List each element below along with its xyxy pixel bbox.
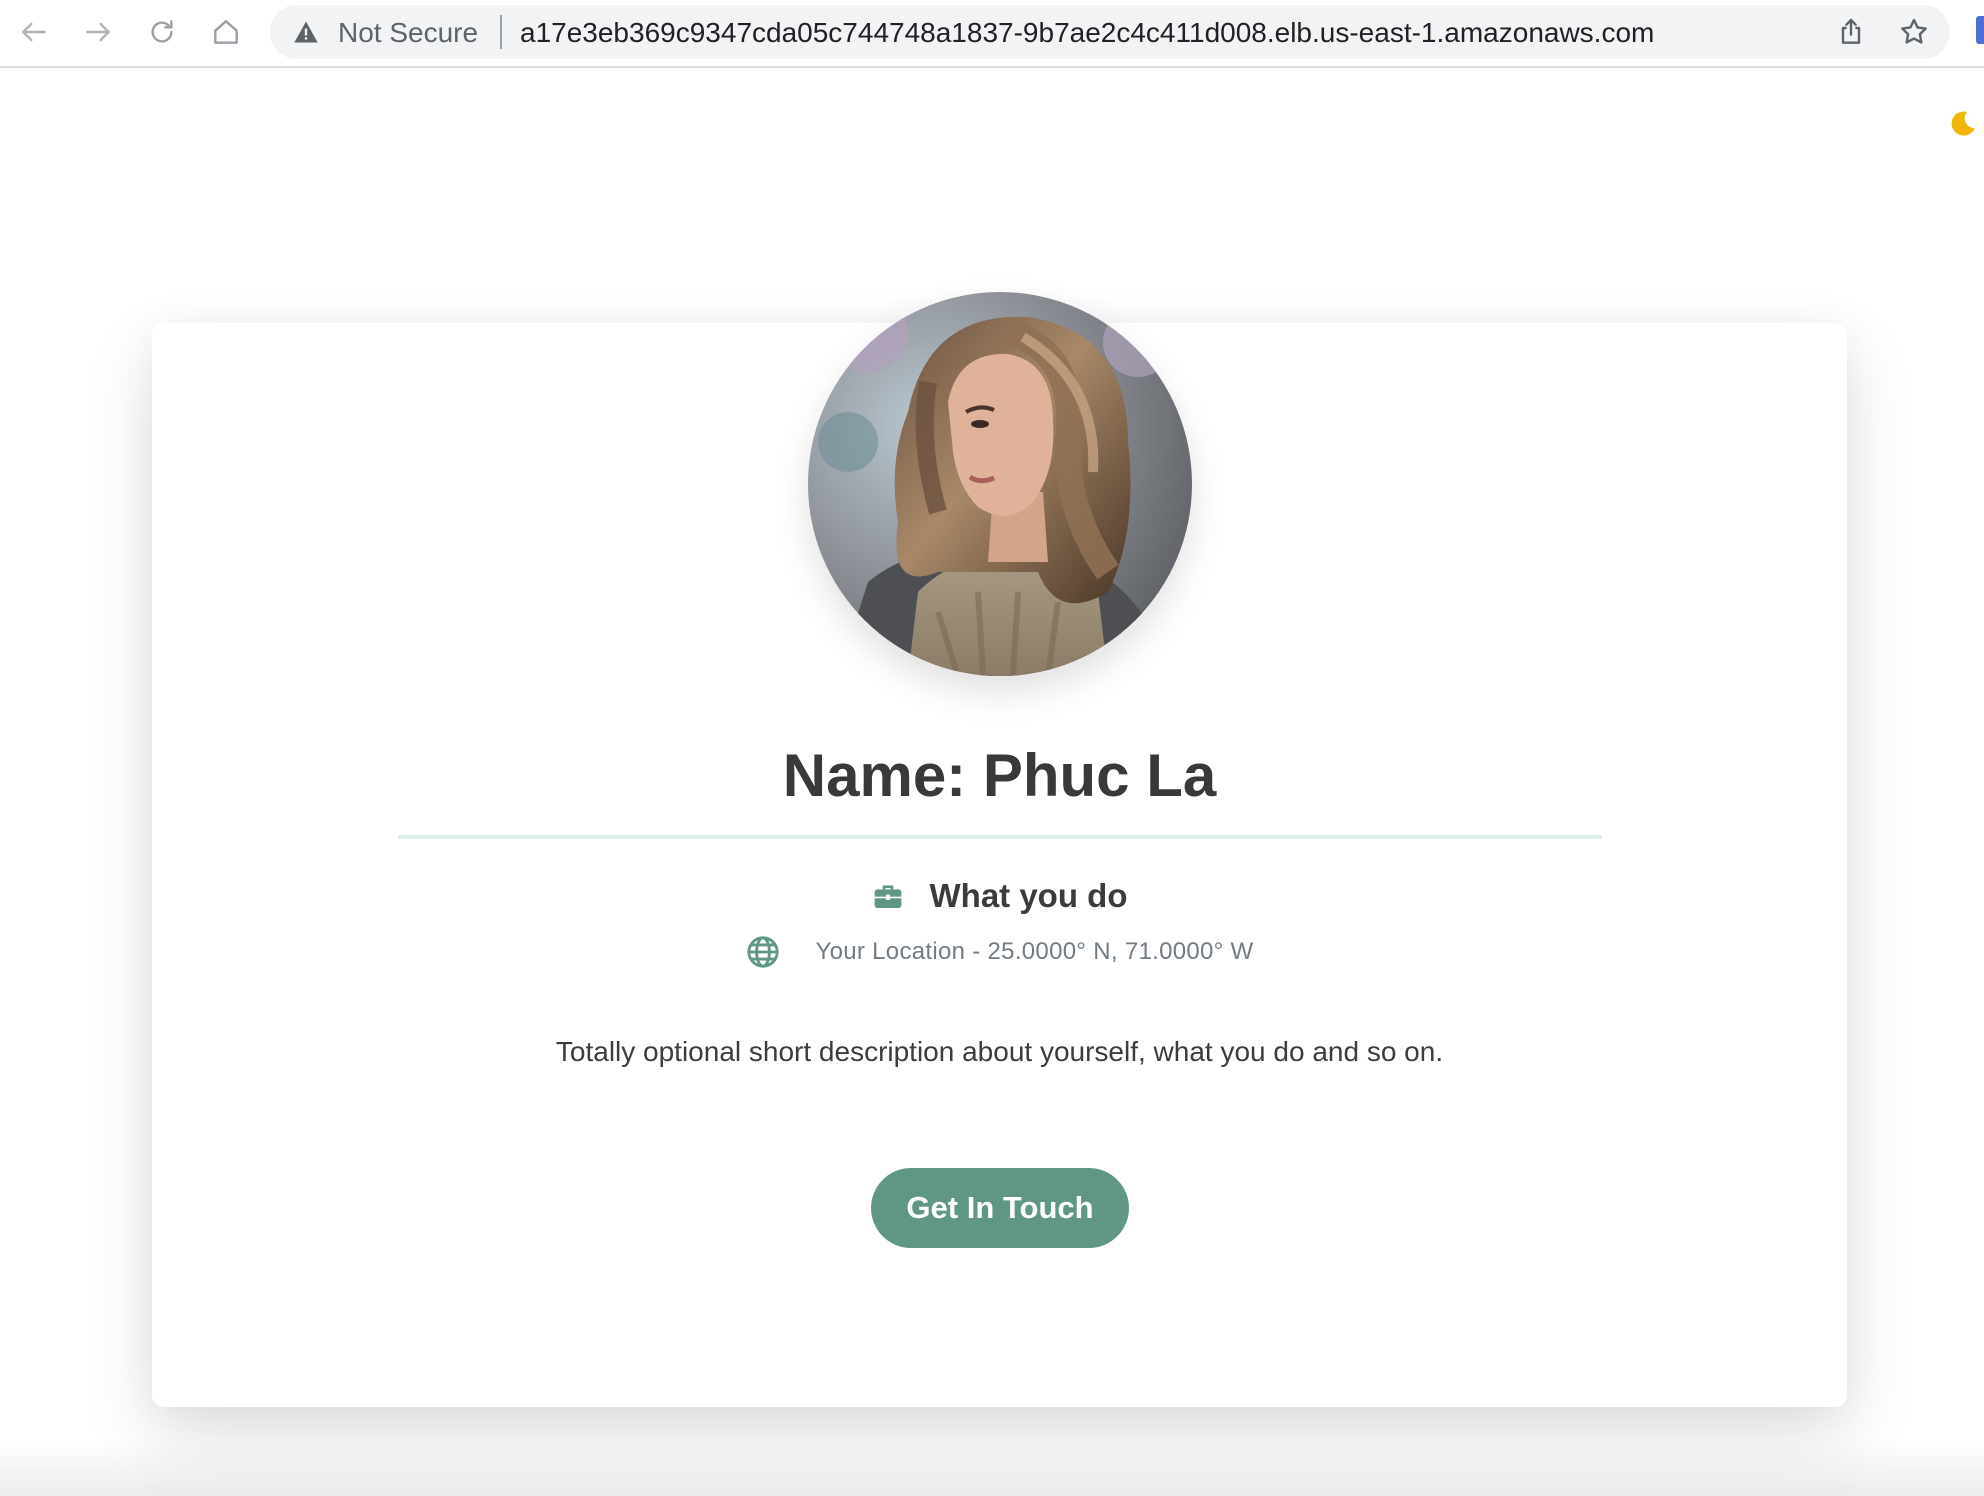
reload-button[interactable] [138, 8, 186, 56]
moon-icon [1951, 111, 1975, 136]
home-icon [214, 20, 238, 44]
briefcase-icon [874, 885, 901, 908]
name-divider [398, 835, 1602, 839]
avatar-photo [808, 292, 1192, 676]
page-bottom-shade [0, 1440, 1984, 1496]
forward-arrow-icon [86, 22, 110, 42]
warning-icon[interactable] [292, 18, 320, 46]
back-arrow-icon [22, 22, 46, 42]
bookmark-star-icon[interactable] [1898, 16, 1930, 48]
address-bar[interactable]: Not Secure a17e3eb369c9347cda05c744748a1… [270, 5, 1950, 59]
security-label[interactable]: Not Secure [338, 17, 478, 49]
home-button[interactable] [202, 8, 250, 56]
extension-icon[interactable] [1976, 16, 1984, 44]
url-text[interactable]: a17e3eb369c9347cda05c744748a1837-9b7ae2c… [520, 17, 1654, 49]
back-button[interactable] [10, 8, 58, 56]
share-icon[interactable] [1835, 16, 1867, 48]
profile-description: Totally optional short description about… [555, 1036, 1444, 1067]
location-text: Your Location - 25.0000° N, 71.0000° W [815, 938, 1254, 965]
omnibox-divider [500, 15, 502, 49]
location-row: Your Location - 25.0000° N, 71.0000° W [152, 932, 1847, 972]
globe-icon [746, 936, 779, 968]
get-in-touch-button[interactable]: Get In Touch [871, 1168, 1129, 1248]
theme-toggle[interactable] [1942, 104, 1982, 144]
job-row: What you do [152, 872, 1847, 920]
forward-button[interactable] [74, 8, 122, 56]
browser-toolbar: Not Secure a17e3eb369c9347cda05c744748a1… [0, 0, 1984, 68]
profile-name: Name: Phuc La [782, 742, 1217, 809]
profile-avatar [808, 292, 1192, 676]
job-title: What you do [929, 877, 1128, 914]
reload-icon [151, 20, 173, 43]
